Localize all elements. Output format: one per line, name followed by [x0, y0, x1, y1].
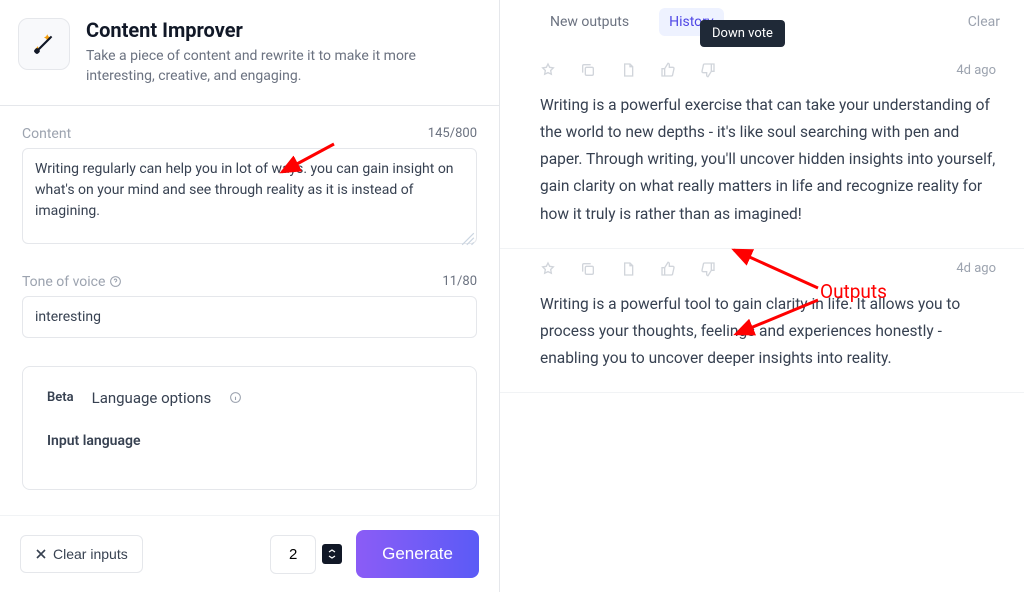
- input-language-label: Input language: [47, 433, 452, 449]
- document-icon[interactable]: [620, 62, 636, 78]
- content-textarea[interactable]: [22, 148, 477, 244]
- generate-button[interactable]: Generate: [356, 530, 479, 578]
- copy-icon[interactable]: [580, 62, 596, 78]
- language-options-box: Beta Language options Input language: [22, 366, 477, 490]
- close-icon: [35, 548, 47, 560]
- stepper-icon[interactable]: [322, 544, 342, 564]
- content-count: 145/800: [428, 126, 477, 141]
- output-time: 4d ago: [956, 63, 996, 78]
- magic-wand-icon: [18, 18, 70, 70]
- output-text: Writing is a powerful tool to gain clari…: [540, 291, 996, 372]
- output-time: 4d ago: [956, 261, 996, 276]
- thumbs-down-icon[interactable]: [700, 261, 716, 277]
- output-item[interactable]: 4d ago Writing is a powerful exercise th…: [500, 50, 1024, 249]
- page-title: Content Improver: [86, 18, 475, 42]
- beta-badge: Beta: [47, 390, 74, 405]
- content-label: Content: [22, 126, 71, 142]
- star-icon[interactable]: [540, 261, 556, 277]
- tone-input[interactable]: [22, 296, 477, 338]
- star-icon[interactable]: [540, 62, 556, 78]
- thumbs-up-icon[interactable]: [660, 261, 676, 277]
- output-text: Writing is a powerful exercise that can …: [540, 92, 996, 228]
- copy-icon[interactable]: [580, 261, 596, 277]
- thumbs-up-icon[interactable]: [660, 62, 676, 78]
- document-icon[interactable]: [620, 261, 636, 277]
- bottom-bar: Clear inputs Generate: [0, 515, 499, 592]
- clear-inputs-button[interactable]: Clear inputs: [20, 535, 143, 573]
- header: Content Improver Take a piece of content…: [0, 0, 499, 106]
- output-count-input[interactable]: [270, 535, 316, 574]
- help-icon[interactable]: [109, 275, 122, 288]
- info-icon[interactable]: [229, 391, 242, 404]
- tone-label: Tone of voice: [22, 274, 105, 290]
- output-item[interactable]: 4d ago Writing is a powerful tool to gai…: [500, 249, 1024, 393]
- page-subtitle: Take a piece of content and rewrite it t…: [86, 46, 475, 87]
- tone-count: 11/80: [442, 274, 477, 289]
- thumbs-down-icon[interactable]: [700, 62, 716, 78]
- left-panel: Content Improver Take a piece of content…: [0, 0, 500, 592]
- output-count-stepper[interactable]: [270, 535, 342, 574]
- clear-outputs-link[interactable]: Clear: [968, 14, 1000, 30]
- downvote-tooltip: Down vote: [700, 20, 785, 47]
- right-panel: New outputs History Clear Down vote 4d a…: [500, 0, 1024, 592]
- language-options-title: Language options: [92, 389, 212, 407]
- tab-new-outputs[interactable]: New outputs: [540, 8, 639, 36]
- outputs-list: 4d ago Writing is a powerful exercise th…: [500, 36, 1024, 592]
